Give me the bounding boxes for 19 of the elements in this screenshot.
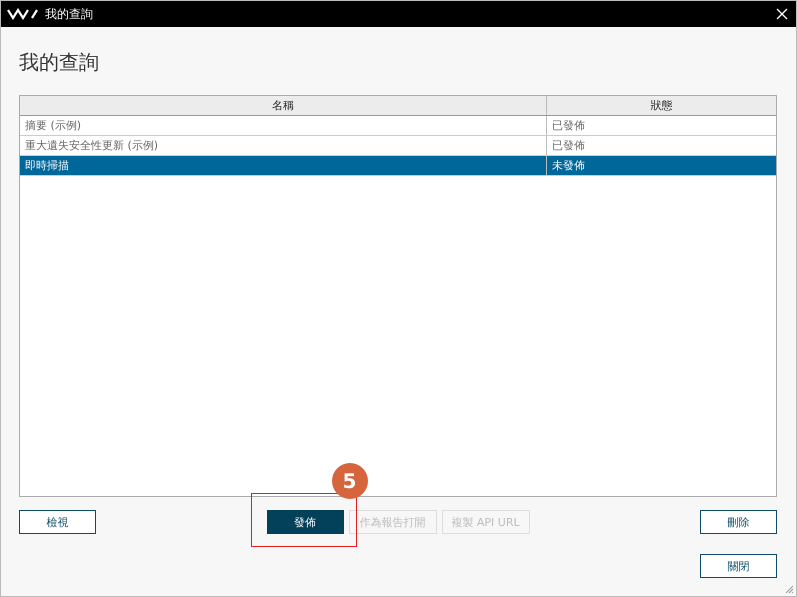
close-icon[interactable] <box>776 8 788 20</box>
status-cell-text: 已發佈 <box>551 138 586 154</box>
name-cell: 即時掃描 <box>20 156 547 175</box>
page-heading: 我的查詢 <box>19 49 100 76</box>
resize-grip-icon[interactable] <box>784 584 794 594</box>
publish-button[interactable]: 發佈 <box>266 510 344 534</box>
name-cell: 重大遺失安全性更新 (示例) <box>20 136 547 155</box>
column-header[interactable]: 名稱 <box>20 96 547 115</box>
delete-button[interactable]: 刪除 <box>700 510 777 534</box>
column-header[interactable]: 狀態 <box>547 96 776 115</box>
close-button[interactable]: 關閉 <box>700 554 777 578</box>
table-row[interactable]: 即時掃描 未發佈 <box>20 156 776 176</box>
name-cell: 摘要 (示例) <box>20 116 547 135</box>
status-cell-text: 未發佈 <box>551 158 586 174</box>
logo-icon <box>7 8 39 20</box>
status-cell-text: 已發佈 <box>551 118 586 134</box>
table-row[interactable]: 摘要 (示例) 已發佈 <box>20 116 776 136</box>
view-button[interactable]: 檢視 <box>19 510 96 534</box>
window-title: 我的查詢 <box>45 6 93 22</box>
